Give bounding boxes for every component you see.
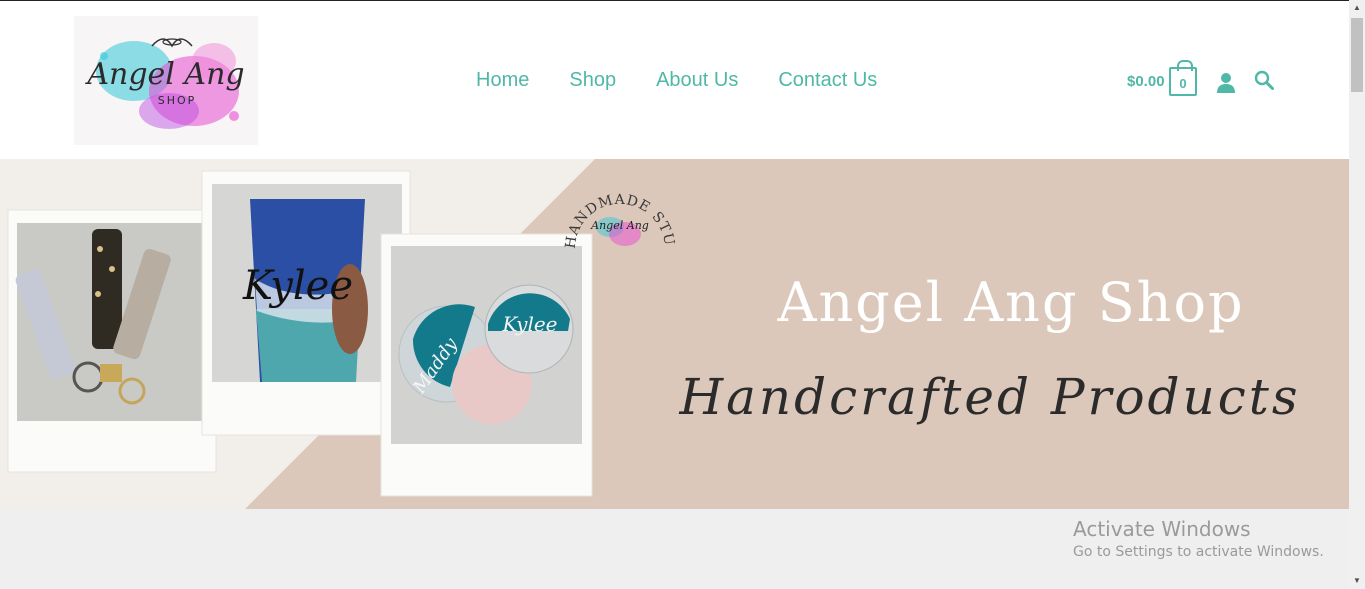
tumbler-name-text: Kylee (242, 263, 353, 309)
badge-logo-text: Angel Ang (590, 219, 649, 232)
main-nav: Home Shop About Us Contact Us (476, 69, 877, 92)
hero-title: Angel Ang Shop (776, 271, 1244, 334)
hero-subtitle: Handcrafted Products (678, 368, 1300, 426)
photo-tumbler: Kylee (201, 170, 411, 436)
watermark-title: Activate Windows (1073, 517, 1251, 541)
vertical-scrollbar[interactable]: ▲ ▼ (1349, 0, 1365, 589)
photo-keyfobs (7, 209, 217, 473)
logo-small-text: SHOP (158, 94, 197, 107)
watermark-subtitle: Go to Settings to activate Windows. (1073, 544, 1324, 560)
site-logo[interactable]: Angel Ang SHOP (74, 16, 258, 145)
coaster-name-kylee: Kylee (501, 312, 557, 336)
scroll-up-arrow-icon[interactable]: ▲ (1349, 0, 1365, 16)
site-header: Angel Ang SHOP Home Shop About Us Contac… (0, 1, 1349, 159)
scroll-down-arrow-icon[interactable]: ▼ (1349, 573, 1365, 589)
windows-activation-watermark: Activate Windows Go to Settings to activ… (1073, 517, 1324, 560)
cart-total[interactable]: $0.00 (1127, 73, 1165, 90)
logo-script-text: Angel Ang (84, 57, 244, 92)
hero-banner[interactable]: Kylee Kylee Maddy HANDMADE STUDIO Angel … (0, 159, 1349, 509)
nav-about-us[interactable]: About Us (656, 69, 738, 92)
photo-coasters: Kylee Maddy (380, 233, 593, 497)
search-icon[interactable] (1254, 70, 1274, 90)
nav-shop[interactable]: Shop (569, 69, 616, 92)
shopping-bag-icon[interactable]: 0 (1169, 60, 1197, 96)
nav-contact-us[interactable]: Contact Us (778, 69, 877, 92)
cart-count: 0 (1179, 76, 1187, 91)
user-icon[interactable] (1216, 72, 1236, 94)
scrollbar-thumb[interactable] (1351, 18, 1363, 92)
nav-home[interactable]: Home (476, 69, 529, 92)
